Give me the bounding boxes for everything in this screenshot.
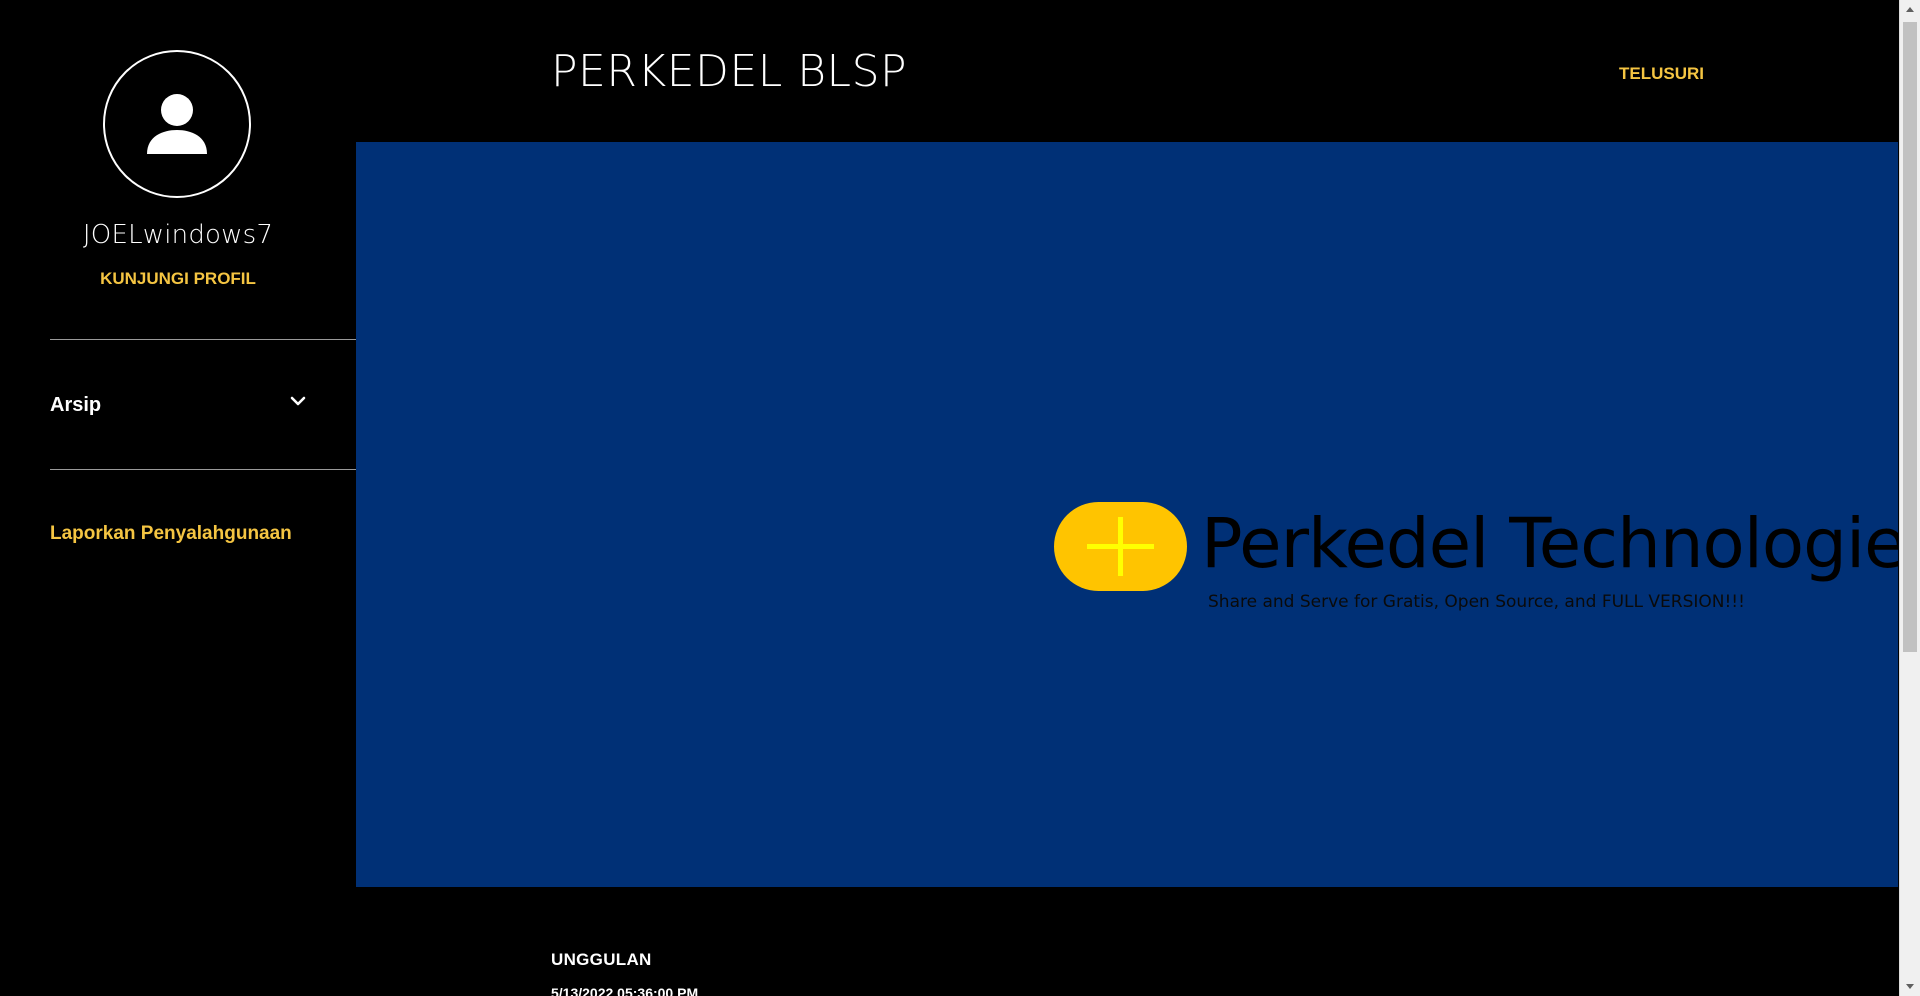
sidebar: JOELwindows7 KUNJUNGI PROFIL Arsip Lapor… (0, 0, 356, 996)
featured-heading: UNGGULAN (551, 950, 652, 969)
scrollbar-thumb[interactable] (1903, 22, 1917, 652)
page: JOELwindows7 KUNJUNGI PROFIL Arsip Lapor… (0, 0, 1920, 996)
header-banner-image[interactable]: Perkedel Technologies Share and Serve fo… (356, 142, 1920, 887)
vertical-scrollbar[interactable] (1899, 0, 1920, 996)
arrow-up-icon (1906, 7, 1914, 12)
person-icon (147, 94, 207, 154)
site-title[interactable]: PERKEDEL BLSP (551, 46, 907, 97)
arrow-down-icon (1906, 984, 1914, 989)
plus-icon (1087, 517, 1154, 576)
report-abuse-link[interactable]: Laporkan Penyalahgunaan (50, 523, 292, 545)
brand-name: Perkedel Technologies (1201, 504, 1920, 584)
archive-label: Arsip (50, 394, 102, 416)
post-date: 5/13/2022 05:36:00 PM (551, 985, 699, 996)
search-link[interactable]: TELUSURI (1619, 64, 1704, 84)
avatar[interactable] (103, 50, 251, 198)
brand-tagline: Share and Serve for Gratis, Open Source,… (1208, 592, 1745, 612)
sidebar-divider (50, 469, 356, 470)
perkedel-logo (1054, 502, 1187, 591)
chevron-down-icon (290, 396, 306, 406)
archive-toggle[interactable]: Arsip (50, 384, 306, 428)
scroll-down-button[interactable] (1900, 976, 1920, 996)
profile-username: JOELwindows7 (82, 220, 274, 250)
visit-profile-link[interactable]: KUNJUNGI PROFIL (0, 269, 356, 289)
sidebar-divider (50, 339, 356, 340)
scroll-up-button[interactable] (1900, 0, 1920, 20)
